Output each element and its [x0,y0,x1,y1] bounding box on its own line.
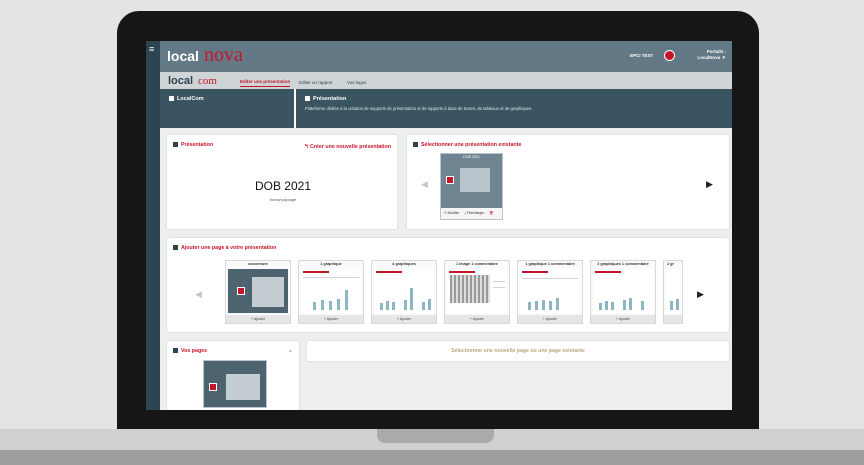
page-thumbnail[interactable] [203,360,267,408]
template-preview [593,269,653,313]
collapse-up-icon[interactable]: ▲ [288,348,293,354]
band-right-title: Présentation [305,96,346,102]
add-template-button[interactable]: + Ajouter [299,315,363,323]
existing-panel-title: Sélectionner une présentation existante [413,142,521,148]
existing-card-photo [460,168,490,192]
page-thumbnail-logo [209,383,217,391]
square-icon [173,142,178,147]
user-name[interactable]: EPCI TEST [630,53,653,58]
template-preview [520,269,580,313]
add-template-button[interactable]: + Ajouter [591,315,655,323]
add-template-button[interactable]: + Ajouter [372,315,436,323]
delete-button[interactable]: 🗑 [489,211,493,215]
template-label: couverture [248,262,268,266]
logo-nova: nova [204,44,243,66]
carousel-prev-icon[interactable]: ◀ [421,180,428,189]
modify-button[interactable]: ✎ Modifier [444,211,459,215]
existing-card-actions: ✎ Modifier ⤓ Télécharger 🗑 [441,208,502,219]
selection-message: Sélectionner une nouvelle page ou une pa… [451,348,585,354]
template-4-graphiques[interactable]: 4 graphiques + Ajouter [371,260,437,324]
side-rail: ≡ [146,41,160,410]
template-label: 1 graphique [320,262,342,266]
localcom-logo-com: com [198,75,217,87]
template-1-graphique-1-commentaire[interactable]: 1 graphique 1 commentaire + Ajouter [517,260,583,324]
portal-selector[interactable]: Portails : LocalNova ▼ [698,49,726,61]
template-1-image-1-commentaire[interactable]: 1 image 1 commentaire + Ajouter [444,260,510,324]
band-left-title: LocalCom [169,96,204,102]
app-screen: ≡ local nova EPCI TEST Portails : LocalN… [146,41,732,410]
presentation-format: format paysage [269,198,297,202]
top-header: local nova EPCI TEST Portails : LocalNov… [160,41,732,72]
logo-local: local [167,48,199,64]
templates-prev-icon[interactable]: ◀ [195,290,202,299]
presentation-panel: Présentation ↰ Créer une nouvelle présen… [166,134,398,230]
add-template-button[interactable] [664,315,682,323]
square-icon [413,142,418,147]
template-label: 4 graphiques [392,262,416,266]
tab-edit-report[interactable]: Editer un rapport [299,80,333,85]
add-template-button[interactable]: + Ajouter [226,315,290,323]
template-preview [447,269,507,313]
add-template-button[interactable]: + Ajouter [445,315,509,323]
existing-card-logo [446,176,454,184]
template-1-graphique[interactable]: 1 graphique + Ajouter [298,260,364,324]
new-presentation-link[interactable]: ↰ Créer une nouvelle présentation [304,144,391,150]
add-template-button[interactable]: + Ajouter [518,315,582,323]
info-band: LocalCom Présentation Plateforme dédiée … [160,89,732,128]
checkbox-icon [305,96,310,101]
existing-presentation-panel: Sélectionner une présentation existante … [406,134,730,230]
add-page-panel-title: Ajouter une page à votre présentation [173,245,276,251]
localcom-logo-local: local [168,75,194,87]
page-thumbnail-photo [226,374,260,400]
pages-panel-title: Vos pages [173,348,207,354]
pages-panel: Vos pages ▲ [166,340,300,410]
laptop-base-shadow [0,450,864,465]
portal-value: LocalNova ▼ [697,55,726,60]
laptop-notch [377,429,494,443]
checkbox-icon [169,96,174,101]
download-button[interactable]: ⤓ Télécharger [464,211,484,215]
template-preview [374,269,434,313]
carousel-next-icon[interactable]: ▶ [706,180,713,189]
square-icon [173,348,178,353]
templates-next-icon[interactable]: ▶ [697,290,704,299]
template-preview [666,269,680,313]
template-preview [228,269,288,313]
band-description: Plateforme dédiée à la création de suppo… [305,106,533,111]
square-icon [173,245,178,250]
template-label: 2 gr [667,262,674,266]
menu-icon[interactable]: ≡ [149,45,154,54]
selection-message-panel: Sélectionner une nouvelle page ou une pa… [306,340,730,362]
presentation-panel-title: Présentation [173,142,213,148]
band-left: LocalCom [160,89,296,128]
template-partial[interactable]: 2 gr [663,260,683,324]
add-page-panel: Ajouter une page à votre présentation ◀ … [166,237,730,333]
existing-card-label: DOB 2021 [463,155,480,159]
tab-edit-presentation[interactable]: Editer une présentation [240,79,291,87]
template-couverture[interactable]: couverture + Ajouter [225,260,291,324]
template-2-graphiques-1-commentaire[interactable]: 2 graphiques 1 commentaire + Ajouter [590,260,656,324]
template-label: 1 image 1 commentaire [456,262,498,266]
template-label: 1 graphique 1 commentaire [525,262,575,266]
user-avatar-icon[interactable] [664,50,675,61]
existing-presentation-card[interactable]: DOB 2021 ✎ Modifier ⤓ Télécharger 🗑 [440,153,503,220]
template-label: 2 graphiques 1 commentaire [597,262,649,266]
sub-navigation: local com Editer une présentation Editer… [160,72,732,89]
presentation-name: DOB 2021 [254,179,312,193]
tab-logos[interactable]: Vos logos [347,80,367,85]
template-preview [301,269,361,313]
